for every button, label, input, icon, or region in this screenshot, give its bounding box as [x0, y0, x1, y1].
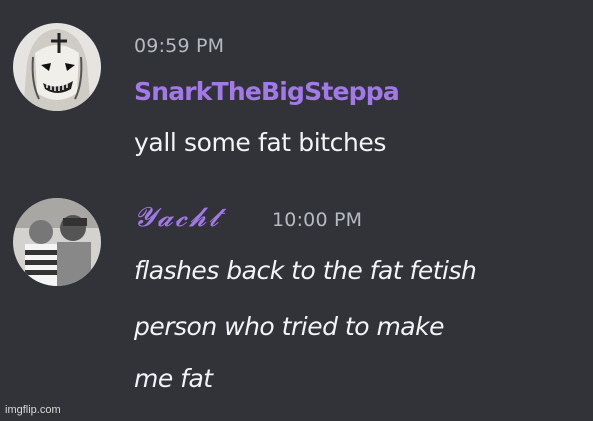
message-content-line: flashes back to the fat fetish — [134, 256, 477, 285]
avatar[interactable] — [13, 198, 101, 286]
message-content-line: person who tried to make — [134, 312, 444, 341]
message-username[interactable]: 𝓨𝓪𝓬𝓱𝓽 — [134, 202, 221, 234]
watermark: imgflip.com — [5, 404, 61, 416]
chat-message: 𝓨𝓪𝓬𝓱𝓽 10:00 PM flashes back to the fat f… — [0, 0, 593, 421]
message-timestamp: 10:00 PM — [272, 209, 363, 231]
message-content-line: me fat — [134, 364, 213, 393]
